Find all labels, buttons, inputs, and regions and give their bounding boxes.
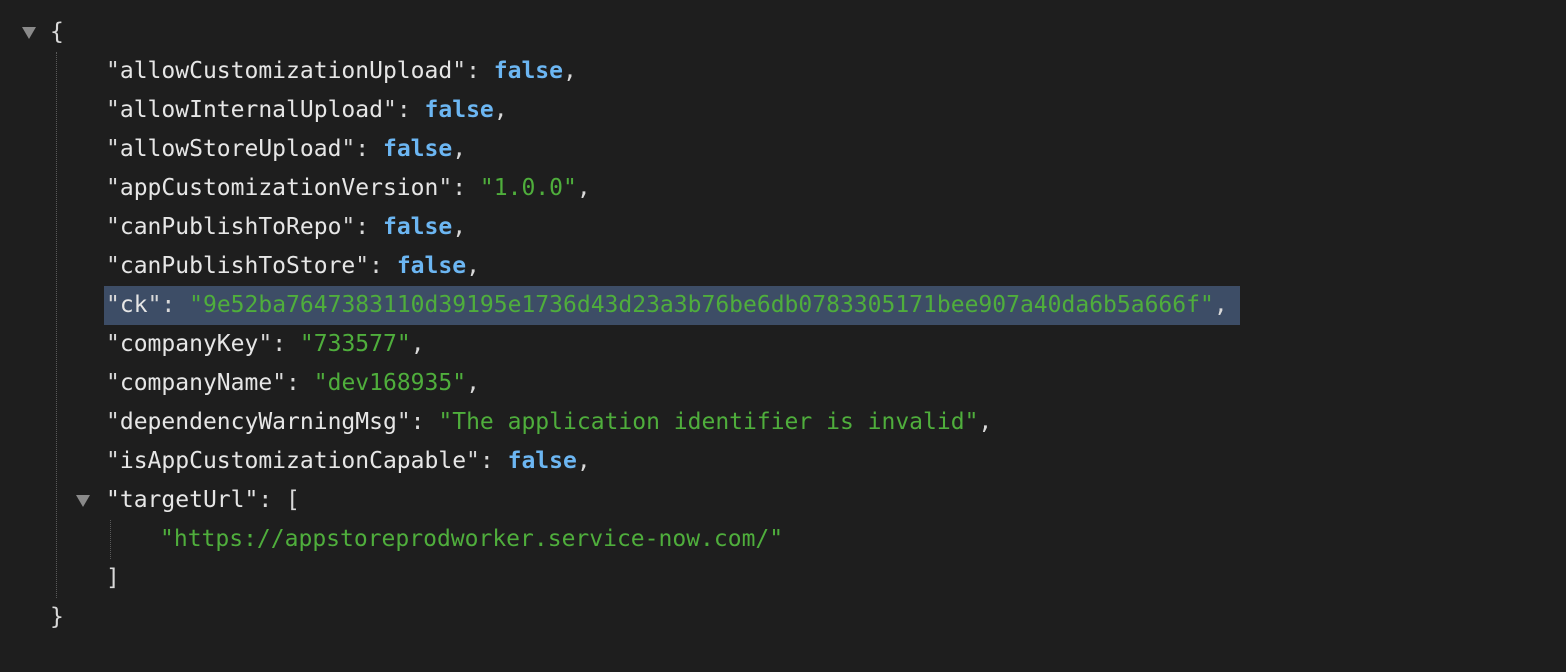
targeturl-close-bracket: ] [106, 565, 120, 591]
collapse-targeturl-toggle-icon[interactable] [76, 495, 90, 507]
root-indent-guide [56, 52, 57, 598]
entry-key: companyName [119, 370, 273, 396]
entry-value: false [382, 136, 453, 162]
entry-value: "9e52ba7647383110d39195e1736d43d23a3b76b… [189, 292, 1214, 318]
entry-value: "The application identifier is invalid" [438, 409, 979, 435]
json-entry-allowstoreupload[interactable]: "allowStoreUpload": false, [104, 130, 466, 169]
entry-value: false [424, 97, 494, 123]
json-entry-allowcustomizationupload[interactable]: "allowCustomizationUpload": false, [104, 52, 577, 91]
entry-key: appCustomizationVersion [119, 175, 439, 201]
entry-key: dependencyWarningMsg [119, 409, 397, 435]
root-open-brace: { [50, 19, 64, 45]
entry-key: ck [119, 292, 148, 318]
entry-key: allowStoreUpload [119, 136, 342, 162]
json-entry-dependencywarningmsg[interactable]: "dependencyWarningMsg": "The application… [104, 403, 992, 442]
targeturl-key-line[interactable]: "targetUrl": [ [106, 481, 300, 520]
targeturl-item-0[interactable]: "https://appstoreprodworker.service-now.… [160, 520, 783, 559]
entry-value: "dev168935" [313, 370, 467, 396]
json-entry-allowinternalupload[interactable]: "allowInternalUpload": false, [104, 91, 508, 130]
targeturl-key: "targetUrl" [106, 487, 259, 513]
targeturl-item-value: "https://appstoreprodworker.service-now.… [160, 526, 784, 552]
entry-value: false [493, 58, 564, 84]
entry-key: allowInternalUpload [119, 97, 383, 123]
entry-key: allowCustomizationUpload [119, 58, 453, 84]
json-viewer: { "allowCustomizationUpload": false, "all… [0, 0, 1566, 672]
collapse-root-toggle-icon[interactable] [22, 27, 36, 39]
entry-key: canPublishToRepo [119, 214, 342, 240]
json-entry-canpublishtostore[interactable]: "canPublishToStore": false, [104, 247, 480, 286]
entry-key: canPublishToStore [119, 253, 356, 279]
json-entry-canpublishtorepo[interactable]: "canPublishToRepo": false, [104, 208, 466, 247]
entry-key: companyKey [119, 331, 259, 357]
entry-value: "733577" [299, 331, 411, 357]
json-entry-companyname[interactable]: "companyName": "dev168935", [104, 364, 480, 403]
entry-value: false [382, 214, 453, 240]
entry-value: "1.0.0" [479, 175, 577, 201]
root-close-brace: } [50, 604, 64, 630]
entry-key: isAppCustomizationCapable [119, 448, 467, 474]
json-entry-ck[interactable]: "ck": "9e52ba7647383110d39195e1736d43d23… [104, 286, 1240, 325]
entry-value: false [507, 448, 577, 474]
targeturl-indent-guide [110, 520, 111, 559]
entry-value: false [396, 253, 467, 279]
json-entry-appcustomizationversion[interactable]: "appCustomizationVersion": "1.0.0", [104, 169, 591, 208]
json-entry-companykey[interactable]: "companyKey": "733577", [104, 325, 425, 364]
json-entry-isappcustomizationcapable[interactable]: "isAppCustomizationCapable": false, [104, 442, 591, 481]
targeturl-open-bracket: [ [286, 487, 300, 513]
